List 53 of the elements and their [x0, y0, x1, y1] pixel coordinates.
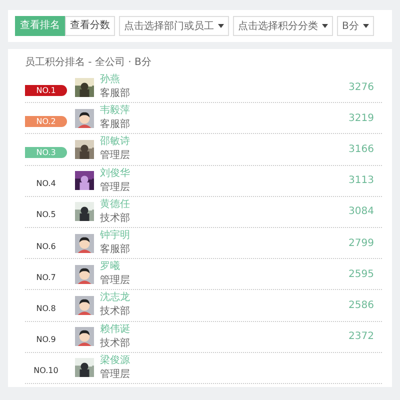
- employee-name[interactable]: 邵敏诗: [100, 136, 349, 148]
- score: 3166: [348, 144, 374, 155]
- avatar-icon: [75, 234, 94, 253]
- caret-icon: [322, 24, 328, 28]
- rank-label: NO.4: [35, 179, 57, 188]
- score: 2595: [348, 268, 374, 280]
- employee-name[interactable]: 罗曦: [100, 261, 349, 274]
- employee-name[interactable]: 沈志龙: [100, 292, 349, 304]
- rank-label: NO.6: [35, 242, 57, 251]
- department: 技术部: [100, 212, 131, 225]
- score: 2372: [348, 331, 374, 342]
- dropdown[interactable]: B分: [337, 16, 374, 36]
- avatar-icon: [75, 108, 94, 128]
- employee-name[interactable]: 钟宇明: [100, 230, 349, 242]
- rank-label: NO.10: [32, 366, 60, 376]
- department: 管理层: [100, 182, 131, 194]
- employee-name[interactable]: 韦毅萍: [100, 105, 349, 118]
- tab[interactable]: 查看排名: [15, 16, 65, 36]
- panel-title: 员工积分排名 - 全公司 · B分: [25, 56, 152, 69]
- dropdown[interactable]: 点击选择积分分类: [233, 16, 333, 36]
- rank-badge: NO.2: [25, 116, 67, 127]
- department: 客服部: [100, 119, 131, 132]
- score: 3219: [348, 112, 374, 124]
- employee-name[interactable]: 孙燕: [100, 74, 349, 86]
- caret-icon: [362, 24, 369, 28]
- department: 客服部: [100, 88, 131, 100]
- score: 3084: [348, 206, 374, 218]
- department: 管理层: [100, 275, 131, 288]
- rank-label: NO.5: [35, 210, 57, 220]
- department: 管理层: [100, 150, 131, 162]
- dropdown[interactable]: 点击选择部门或员工: [119, 16, 229, 36]
- rank-badge: NO.3: [25, 146, 67, 158]
- employee-name[interactable]: 黄德任: [100, 198, 349, 211]
- score: 3113: [348, 175, 374, 186]
- rank-label: NO.9: [35, 335, 57, 344]
- employee-name[interactable]: 刘俊华: [100, 168, 349, 180]
- department: 技术部: [100, 338, 131, 350]
- tab[interactable]: 查看分数: [65, 16, 115, 36]
- employee-name[interactable]: 赖伟诞: [100, 324, 349, 336]
- department: 管理层: [100, 368, 131, 381]
- rank-label: NO.8: [35, 304, 57, 313]
- avatar-icon: [75, 264, 94, 284]
- avatar-icon: [75, 296, 94, 315]
- score: 3276: [348, 82, 374, 93]
- caret-icon: [218, 24, 224, 28]
- avatar-icon: [75, 327, 94, 346]
- score: 2586: [348, 300, 374, 311]
- score: 2799: [348, 238, 374, 249]
- department: 客服部: [100, 244, 131, 256]
- department: 技术部: [100, 306, 131, 318]
- rank-badge: NO.1: [25, 84, 67, 96]
- rank-label: NO.7: [35, 272, 57, 282]
- employee-name[interactable]: 梁俊源: [100, 354, 382, 367]
